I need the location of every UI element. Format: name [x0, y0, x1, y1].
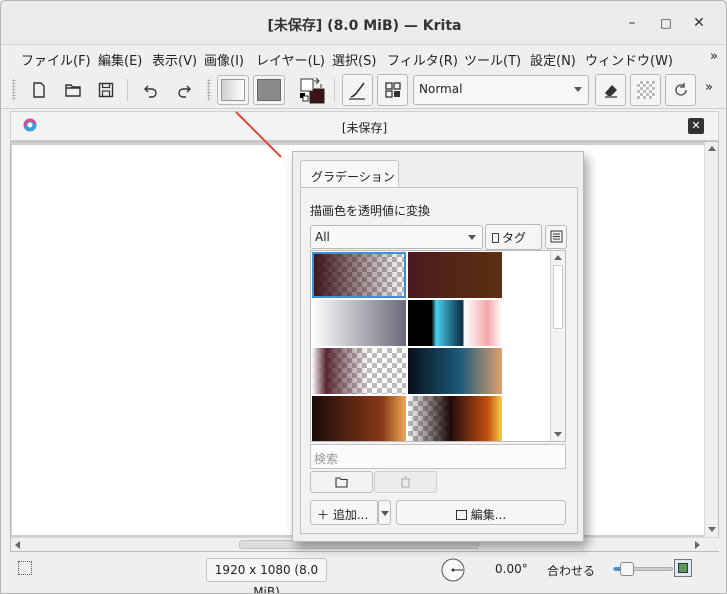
list-view-icon [550, 230, 563, 243]
scroll-down-icon[interactable] [708, 527, 716, 532]
gradient-swatch[interactable] [312, 300, 406, 346]
title-bar: [未保存] (8.0 MiB) — Krita – □ ✕ [1, 1, 726, 45]
menu-bar: ファイル(F) 編集(E) 表示(V) 画像(I) レイヤー(L) 選択(S) … [1, 45, 726, 71]
window-title: [未保存] (8.0 MiB) — Krita [267, 18, 462, 34]
tag-button[interactable]: タグ [485, 224, 542, 250]
zoom-slider[interactable] [613, 562, 673, 576]
menu-file[interactable]: ファイル(F) [21, 50, 91, 69]
gradient-search-input[interactable]: 検索 [310, 444, 566, 469]
import-gradient-button[interactable] [310, 471, 373, 493]
document-tab-bar: [未保存] ✕ [10, 111, 719, 141]
tag-icon [492, 233, 499, 243]
toolbar-grip[interactable] [12, 79, 16, 101]
gradient-filter-select[interactable]: All [310, 225, 483, 249]
blend-mode-select[interactable]: Normal [413, 75, 589, 105]
gradient-swatch[interactable] [408, 252, 502, 298]
document-close-button[interactable]: ✕ [688, 118, 704, 134]
krita-window: [未保存] (8.0 MiB) — Krita – □ ✕ ファイル(F) 編集… [0, 0, 727, 594]
gradient-swatch[interactable] [312, 396, 406, 441]
menu-window[interactable]: ウィンドウ(W) [585, 50, 673, 69]
menu-layer[interactable]: レイヤー(L) [256, 50, 325, 69]
scroll-down-icon[interactable] [554, 432, 562, 437]
selection-mode-icon[interactable] [18, 561, 32, 575]
trash-icon [401, 476, 410, 488]
add-gradient-dropdown[interactable] [378, 500, 391, 525]
annotation-arrow [235, 111, 282, 158]
toolbar-separator [334, 79, 335, 101]
menu-tools[interactable]: ツール(T) [464, 50, 521, 69]
edit-icon [455, 510, 467, 520]
status-bar: 1920 x 1080 (8.0 MiB) 0.00° 合わせる [1, 554, 726, 593]
chevron-down-icon [468, 235, 476, 240]
toolbar-separator [127, 79, 128, 101]
gradient-filter-value: All [315, 230, 330, 244]
scroll-up-icon[interactable] [708, 146, 716, 151]
rotation-value: 0.00° [495, 562, 528, 576]
menu-edit[interactable]: 編集(E) [98, 50, 142, 69]
toolbar-overflow-button[interactable]: » [705, 80, 713, 95]
tab-gradient[interactable]: グラデーション [300, 160, 399, 188]
fit-to-view-icon[interactable] [674, 559, 692, 577]
menu-view[interactable]: 表示(V) [152, 50, 197, 69]
gradient-grid-scrollbar[interactable] [550, 250, 566, 442]
rotation-dial-icon[interactable] [440, 557, 466, 583]
menu-filter[interactable]: フィルタ(R) [387, 50, 458, 69]
zoom-mode-label[interactable]: 合わせる [547, 562, 595, 579]
chevron-down-icon [574, 87, 582, 92]
pattern-swatch-icon[interactable] [253, 75, 285, 105]
color-swap-icon[interactable] [295, 74, 329, 106]
gradient-grid-scroll-thumb[interactable] [553, 265, 563, 329]
gradient-panel: 描画色を透明値に変換 All タグ 検索 ＋ 追加... 編集... [300, 187, 578, 534]
blend-mode-value: Normal [419, 82, 463, 96]
reload-preset-icon[interactable] [665, 74, 696, 106]
menu-select[interactable]: 選択(S) [332, 50, 376, 69]
minimize-button[interactable]: – [622, 13, 642, 33]
open-folder-icon[interactable] [59, 76, 87, 104]
canvas-size-readout[interactable]: 1920 x 1080 (8.0 MiB) [206, 558, 327, 593]
tag-button-label: タグ [502, 231, 527, 245]
save-icon[interactable] [92, 76, 120, 104]
brush-preset-icon[interactable] [342, 74, 373, 106]
folder-icon [335, 476, 348, 488]
redo-icon[interactable] [170, 76, 198, 104]
menu-overflow-button[interactable]: » [710, 49, 718, 64]
gradient-swatch[interactable] [408, 300, 502, 346]
maximize-button[interactable]: □ [656, 13, 676, 33]
gradient-swatch[interactable] [408, 348, 502, 394]
scroll-left-icon[interactable] [15, 541, 20, 549]
menu-image[interactable]: 画像(I) [204, 50, 244, 69]
delete-gradient-button[interactable] [374, 471, 437, 493]
eraser-icon[interactable] [595, 74, 626, 106]
zoom-slider-handle[interactable] [620, 562, 634, 576]
edit-gradient-button[interactable]: 編集... [396, 500, 566, 525]
new-document-icon[interactable] [25, 76, 53, 104]
main-toolbar: Normal » [1, 71, 726, 109]
gradient-swatch[interactable] [408, 396, 502, 441]
undo-icon[interactable] [137, 76, 165, 104]
brush-presets-grid-icon[interactable] [377, 74, 408, 106]
gradient-swatch[interactable] [312, 348, 406, 394]
menu-settings[interactable]: 設定(N) [530, 50, 576, 69]
gradient-swatch[interactable] [312, 252, 406, 298]
scroll-up-icon[interactable] [554, 255, 562, 260]
edit-gradient-label: 編集... [470, 508, 507, 522]
gradient-popup: グラデーション 描画色を透明値に変換 All タグ 検索 ＋ 追加... 編集.… [292, 151, 584, 542]
gradient-swatch-icon[interactable] [217, 75, 249, 105]
alpha-lock-icon[interactable] [630, 74, 661, 106]
vertical-scrollbar[interactable] [704, 142, 718, 537]
document-tab-title[interactable]: [未保存] [11, 119, 718, 136]
gradient-grid [310, 250, 566, 442]
toolbar-grip[interactable] [207, 79, 211, 101]
close-button[interactable]: ✕ [689, 13, 709, 33]
scroll-right-icon[interactable] [695, 541, 700, 549]
selected-gradient-name: 描画色を透明値に変換 [310, 204, 431, 218]
chevron-down-icon [381, 511, 389, 516]
view-options-button[interactable] [545, 225, 567, 249]
add-gradient-button[interactable]: ＋ 追加... [310, 500, 378, 525]
